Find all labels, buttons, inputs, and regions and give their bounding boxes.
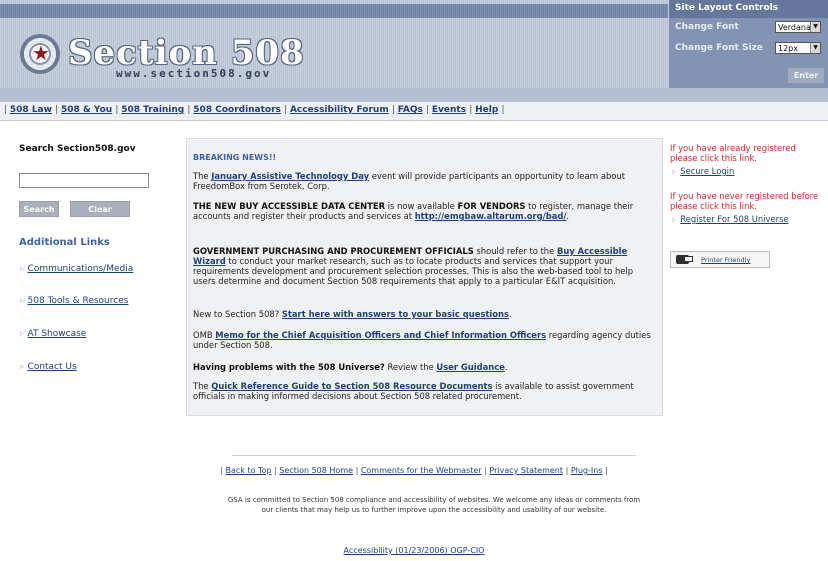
nav-top-strip [0, 88, 828, 102]
nav-item-help[interactable]: Help [475, 105, 498, 115]
nav-item-508-law[interactable]: 508 Law [10, 105, 52, 115]
arrow-bullet-icon: ▹ [672, 214, 677, 224]
change-font-label: Change Font [675, 22, 739, 32]
comments-webmaster-link[interactable]: Comments for the Webmaster [361, 466, 482, 475]
arrow-bullet-icon: ▹ [20, 329, 25, 339]
bold-text: FOR VENDORS [457, 201, 526, 211]
clear-button[interactable]: Clear [70, 201, 130, 217]
change-font-size-label: Change Font Size [675, 43, 763, 53]
text: should refer to the [473, 246, 557, 256]
sidebar-item-contact: ▹ Contact Us [20, 362, 77, 372]
chevron-down-icon: ▼ [810, 43, 820, 53]
font-size-select-value: 12px [778, 44, 798, 53]
privacy-statement-link[interactable]: Privacy Statement [489, 466, 563, 475]
sidebar-link-at-showcase[interactable]: AT Showcase [28, 329, 87, 339]
layout-controls-header: Site Layout Controls [669, 0, 828, 18]
news-item: THE NEW BUY ACCESSIBLE DATA CENTER is no… [193, 201, 658, 221]
nav-item-events[interactable]: Events [432, 105, 466, 115]
nav-item-faqs[interactable]: FAQs [398, 105, 423, 115]
quick-reference-guide-link[interactable]: Quick Reference Guide to Section 508 Res… [211, 381, 492, 391]
buy-accessible-data-center-link[interactable]: http://emgbaw.altarum.org/bad/ [415, 211, 567, 221]
printer-friendly-button[interactable]: Printer Friendly [670, 251, 770, 268]
sidebar-link-contact-us[interactable]: Contact Us [28, 362, 77, 372]
arrow-bullet-icon: ▹ [672, 166, 677, 176]
text: Review the [384, 362, 437, 372]
text: . [504, 362, 508, 372]
header-stripe [0, 4, 668, 18]
font-select-value: Verdana [778, 23, 811, 32]
news-item: New to Section 508? Start here with answ… [193, 309, 658, 319]
sidebar-link-communications-media[interactable]: Communications/Media [28, 264, 134, 274]
nav-links: | 508 Law | 508 & You | 508 Training | 5… [4, 105, 505, 115]
text: OMB [193, 330, 216, 340]
news-item: The January Assistive Technology Day eve… [193, 171, 658, 191]
text: . [509, 309, 512, 319]
arrow-bullet-icon: ▹ [20, 264, 25, 274]
main-nav: | 508 Law | 508 & You | 508 Training | 5… [0, 102, 828, 121]
sidebar-item-communications: ▹ Communications/Media [20, 264, 133, 274]
plug-ins-link[interactable]: Plug-Ins [571, 466, 603, 475]
nav-item-508-and-you[interactable]: 508 & You [61, 105, 112, 115]
accessibility-link[interactable]: Accessibility (01/23/2006) OGP-CIO [344, 546, 485, 555]
news-item: GOVERNMENT PURCHASING AND PROCUREMENT OF… [193, 246, 658, 286]
bold-text: Having problems with the 508 Universe? [193, 362, 385, 372]
bold-text: GOVERNMENT PURCHASING AND PROCUREMENT OF… [193, 246, 474, 256]
printer-friendly-label: Printer Friendly [701, 256, 751, 264]
nav-item-accessibility-forum[interactable]: Accessibility Forum [290, 105, 389, 115]
secure-login-link[interactable]: Secure Login [680, 166, 734, 176]
back-to-top-link[interactable]: Back to Top [225, 466, 271, 475]
nav-item-508-training[interactable]: 508 Training [121, 105, 184, 115]
text: New to Section 508? [193, 309, 282, 319]
footer-links: | Back to Top | Section 508 Home | Comme… [220, 466, 608, 475]
basic-questions-link[interactable]: Start here with answers to your basic qu… [282, 309, 509, 319]
assistive-tech-day-link[interactable]: January Assistive Technology Day [211, 171, 369, 181]
footer-accessibility: Accessibility (01/23/2006) OGP-CIO [0, 546, 828, 555]
user-guidance-link[interactable]: User Guidance [436, 362, 504, 372]
site-layout-controls: Site Layout Controls Change Font Verdana… [669, 0, 828, 88]
printer-paper [684, 256, 693, 262]
section-508-home-link[interactable]: Section 508 Home [279, 466, 353, 475]
bold-text: THE NEW BUY ACCESSIBLE DATA CENTER [193, 201, 386, 211]
text: to conduct your market research, such as… [193, 256, 634, 286]
registered-note: If you have already registered please cl… [670, 143, 796, 163]
font-select[interactable]: Verdana ▼ [775, 21, 821, 33]
omb-memo-link[interactable]: Memo for the Chief Acquisition Officers … [215, 330, 546, 340]
logo-url: www.section508.gov [116, 67, 272, 80]
search-button[interactable]: Search [19, 201, 59, 217]
secure-login-item: ▹ Secure Login [672, 166, 734, 176]
breaking-news-heading: BREAKING NEWS!! [193, 153, 277, 162]
text: is now available [385, 201, 458, 211]
search-title: Search Section508.gov [19, 144, 136, 154]
footer-divider [232, 455, 636, 456]
not-registered-note: If you have never registered before plea… [670, 191, 819, 211]
font-size-select[interactable]: 12px ▼ [775, 42, 821, 54]
footer-text: GSA is committed to Section 508 complian… [227, 496, 641, 514]
news-item: OMB Memo for the Chief Acquisition Offic… [193, 330, 658, 350]
text: . [566, 211, 570, 221]
register-item: ▹ Register For 508 Universe [672, 214, 789, 224]
enter-button[interactable]: Enter [787, 67, 825, 84]
layout-controls-title: Site Layout Controls [675, 3, 779, 13]
nav-item-508-coordinators[interactable]: 508 Coordinators [193, 105, 281, 115]
sidebar-item-at-showcase: ▹ AT Showcase [20, 329, 86, 339]
sidebar-item-tools: ▹ 508 Tools & Resources [20, 296, 128, 306]
news-item: The Quick Reference Guide to Section 508… [193, 381, 658, 401]
text: The [193, 381, 212, 391]
sidebar-link-508-tools-resources[interactable]: 508 Tools & Resources [28, 296, 129, 306]
search-input[interactable] [19, 173, 149, 188]
chevron-down-icon: ▼ [810, 22, 820, 32]
star-icon: ★ [32, 41, 50, 65]
arrow-bullet-icon: ▹ [20, 362, 25, 372]
printer-icon [676, 255, 693, 264]
additional-links-title: Additional Links [19, 237, 110, 248]
arrow-bullet-icon: ▹ [20, 296, 25, 306]
news-item: Having problems with the 508 Universe? R… [193, 362, 658, 372]
register-508-universe-link[interactable]: Register For 508 Universe [680, 214, 788, 224]
text: The [193, 171, 212, 181]
